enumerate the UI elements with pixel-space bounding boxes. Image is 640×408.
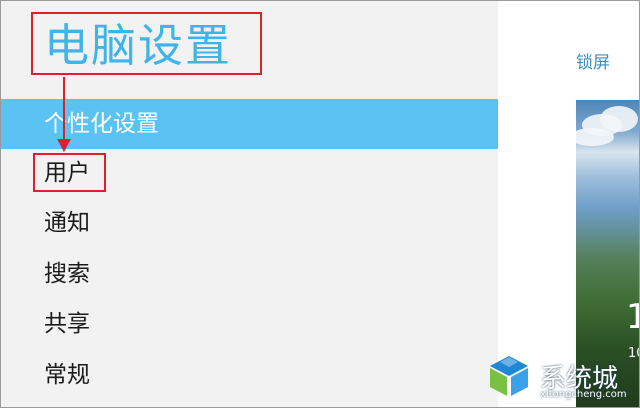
nav-item-general[interactable]: 常规	[1, 350, 498, 400]
nav-item-label: 常规	[44, 362, 90, 388]
nav-item-label: 通知	[44, 210, 90, 236]
nav-item-share[interactable]: 共享	[1, 299, 498, 349]
lock-screen-heading: 锁屏	[576, 53, 610, 73]
nav-item-label: 共享	[44, 311, 90, 337]
nav-item-notifications[interactable]: 通知	[1, 198, 498, 248]
annotation-arrow-line	[63, 77, 65, 141]
nav-item-label: 搜索	[44, 261, 90, 287]
windows-logo-icon	[490, 356, 528, 396]
nav-item-label: 个性化设置	[44, 111, 159, 137]
lock-screen-clock: 1	[626, 297, 640, 337]
nav-item-search[interactable]: 搜索	[1, 249, 498, 299]
title-highlight-box	[31, 12, 262, 75]
watermark-url: xitongcheng.com	[540, 389, 627, 400]
users-highlight-box	[33, 153, 106, 192]
cloud-shape	[600, 106, 638, 132]
nav-item-personalization[interactable]: 个性化设置	[1, 99, 498, 149]
watermark: 系统城 xitongcheng.com	[486, 352, 638, 404]
annotation-arrow-head-icon	[57, 139, 71, 152]
cloud-shape	[576, 128, 614, 146]
